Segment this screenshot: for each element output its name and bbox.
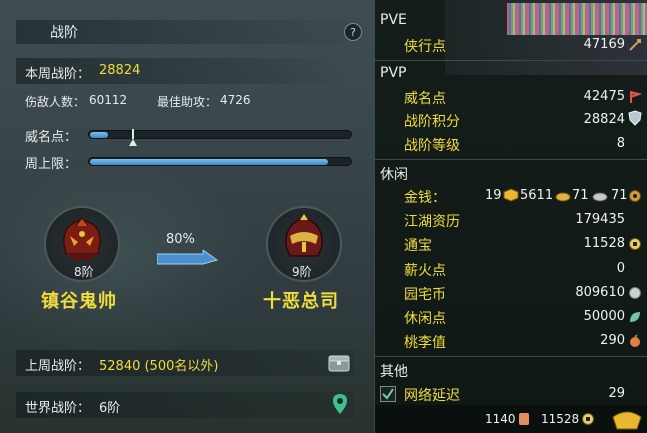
gold-ingot-button[interactable] [611,407,643,433]
latency-checkbox[interactable] [380,386,396,406]
tongbao-coin-icon [581,411,595,430]
prestige-bar-fill [90,132,108,138]
stat-value-xiaxing: 47169 [583,37,625,52]
golden-helmet-icon [285,214,323,257]
footer-value-b: 11528 [541,412,580,426]
progress-arrow [156,249,221,272]
stat-value-battle-points: 28824 [583,112,625,127]
stat-value-leisure-points: 50000 [583,309,625,324]
stat-value-jianghu: 179435 [575,212,625,227]
stat-label-xinhuo: 薪火点 [404,263,446,279]
prestige-bar [88,129,352,146]
battle-rank-panel: 战阶 ? 本周战阶： 28824 伤敌人数： 60112 最佳助攻： 4726 … [0,0,374,433]
gold-coin-icon [555,187,571,206]
stat-value-xinhuo: 0 [616,261,625,276]
assist-label: 最佳助攻： [157,95,218,109]
prestige-marker-line [132,129,134,139]
weekly-cap-bar [88,157,352,166]
stats-panel: PVE 侠行点 47169 PVP 威名点 42475 战阶积分 28824 战… [374,0,647,433]
other-section-title: 其他 [380,364,408,380]
gold-copper-value: 71 [572,188,589,203]
stat-value-tongbao: 11528 [583,236,625,251]
silver-coin-icon [592,187,608,206]
arrow-right-icon [156,249,219,265]
peach-icon [628,333,642,352]
stat-value-weiming: 42475 [583,89,625,104]
current-rank-level: 8阶 [74,265,94,279]
shield-icon [628,110,642,130]
weekly-rank-label: 本周战阶： [25,67,91,82]
next-rank-name: 十恶总司 [263,291,339,312]
background-stripes [507,3,647,35]
latency-value: 29 [608,386,625,401]
pve-section-title: PVE [380,12,407,28]
prestige-marker [129,139,137,146]
world-rank-value: 6阶 [99,401,121,416]
pvp-section-title: PVP [380,65,407,81]
stat-label-battle-points: 战阶积分 [404,114,460,130]
section-divider [375,356,647,357]
footer-value-a: 1140 [485,412,516,426]
assist-value: 4726 [220,93,251,107]
stat-label-tongbao: 通宝 [404,238,432,254]
gold-label: 金钱： [404,190,446,206]
copper-coin-icon [628,188,642,207]
leaf-icon [628,309,642,328]
stat-value-battle-level: 8 [616,136,625,151]
last-week-value: 52840 (500名以外) [99,359,219,374]
stat-label-battle-level: 战阶等级 [404,138,460,154]
stat-label-weiming: 威名点 [404,91,446,107]
house-coin-icon [628,285,642,304]
latency-label: 网络延迟 [404,388,460,404]
last-week-label: 上周战阶： [25,359,91,374]
weekly-cap-label: 周上限： [25,157,78,172]
gold-silver-value: 5611 [520,188,554,203]
panel-header: 战阶 ? [0,14,374,48]
gold-gold-value: 19 [485,188,502,203]
current-rank-name: 镇谷鬼帅 [41,291,117,312]
weekly-cap-bar-fill [90,159,328,165]
demon-helmet-icon [63,217,101,260]
leisure-section-title: 休闲 [380,167,408,183]
stat-label-leisure-points: 休闲点 [404,311,446,327]
currency-strip: 1140 11528 [375,405,647,433]
stat-label-yuanzhai: 园宅币 [404,287,446,303]
sword-icon [628,37,642,56]
stat-label-jianghu: 江湖资历 [404,214,460,230]
stat-label-taoli: 桃李值 [404,335,446,351]
stat-value-yuanzhai: 809610 [575,285,625,300]
gold-ingot-icon [503,187,519,206]
section-divider [375,159,647,160]
flag-icon [628,89,643,108]
weekly-rank-value: 28824 [99,63,141,78]
stat-value-taoli: 290 [600,333,625,348]
location-pin-icon[interactable] [333,394,347,418]
tongbao-coin-icon [628,236,642,255]
rank-progress-percent: 80% [166,232,195,247]
stat-label-xiaxing: 侠行点 [404,39,446,55]
panel-title: 战阶 [50,25,78,41]
gold-extra-value: 71 [611,188,628,203]
defeated-value: 60112 [89,93,128,107]
scroll-icon [517,411,531,431]
section-divider [375,60,647,61]
prestige-label: 威名点： [25,130,78,145]
world-rank-label: 世界战阶： [25,401,91,416]
defeated-label: 伤敌人数： [25,95,86,109]
next-rank-level: 9阶 [292,265,312,279]
chest-icon[interactable] [328,354,350,376]
help-button[interactable]: ? [344,23,362,41]
